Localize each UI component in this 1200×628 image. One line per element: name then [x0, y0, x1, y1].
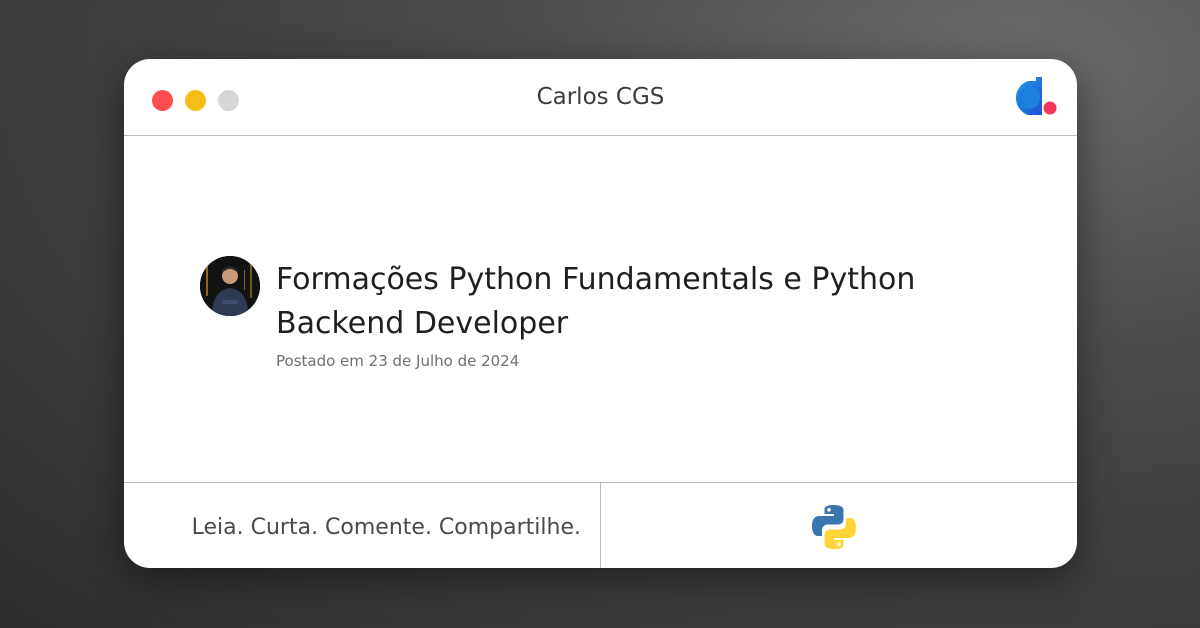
tagline: Leia. Curta. Comente. Compartilhe. — [191, 515, 581, 540]
post-card: Carlos CGS Formações Python Fundamentals… — [124, 59, 1077, 568]
window-titlebar: Carlos CGS — [124, 59, 1077, 136]
window-title: Carlos CGS — [536, 84, 665, 110]
python-logo-icon — [812, 505, 856, 549]
post-content: Formações Python Fundamentals e Python B… — [124, 136, 1077, 481]
author-avatar[interactable] — [200, 256, 260, 316]
footer-tagline-section: Leia. Curta. Comente. Compartilhe. — [124, 483, 601, 568]
post-title[interactable]: Formações Python Fundamentals e Python B… — [276, 258, 976, 346]
post-date: Postado em 23 de Julho de 2024 — [276, 352, 520, 370]
card-footer: Leia. Curta. Comente. Compartilhe. — [124, 482, 1077, 568]
dio-logo-icon — [1015, 77, 1057, 115]
avatar-image — [200, 256, 260, 316]
